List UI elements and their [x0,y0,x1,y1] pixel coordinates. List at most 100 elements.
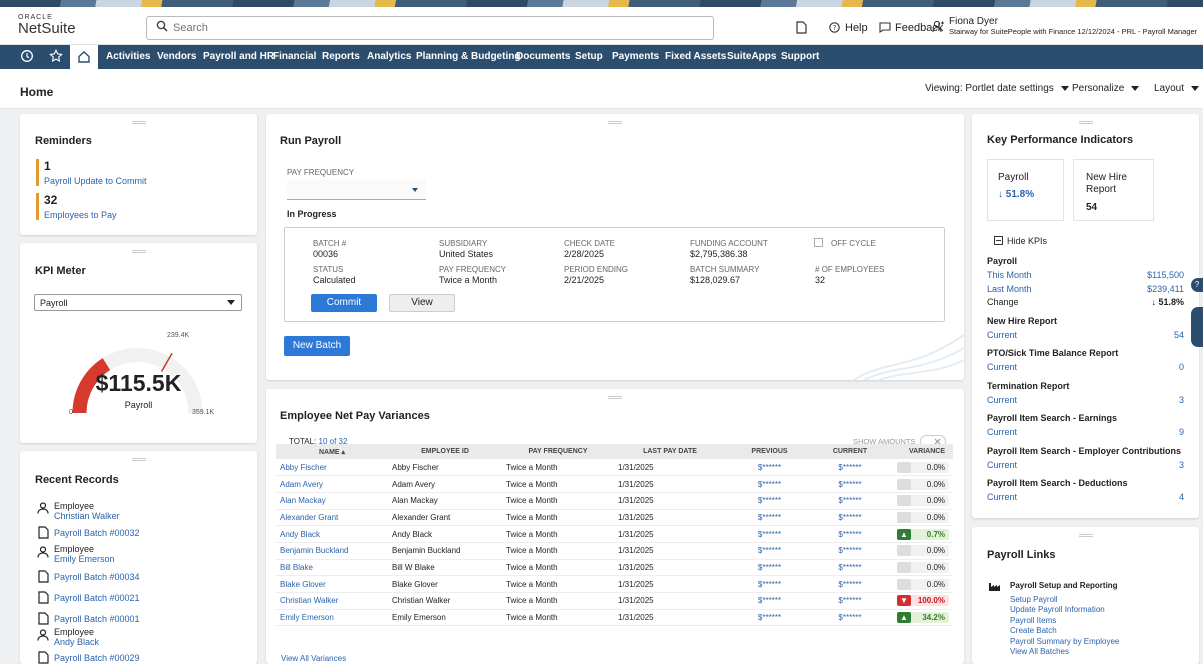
col-variance[interactable]: VARIANCE [887,444,953,459]
side-tools-tab[interactable] [1191,307,1203,347]
kpi-row[interactable]: This Month $115,500 [987,270,1184,280]
kpi-card-payroll[interactable]: Payroll ↓ 51.8% [987,159,1064,221]
employee-name-link[interactable]: Adam Avery [276,475,388,493]
kpi-row[interactable]: Current 3 [987,395,1184,405]
record-link[interactable]: Andy Black [54,637,99,647]
favorites-star-icon[interactable] [49,49,63,63]
table-row[interactable]: Emily Emerson Emily Emerson Twice a Month 1… [276,609,953,627]
new-batch-button[interactable]: New Batch [284,336,350,356]
nav-setup[interactable]: Setup [575,51,603,62]
portlet-date-settings-menu[interactable]: Viewing: Portlet date settings [925,83,1069,94]
kpi-row[interactable]: Current 0 [987,362,1184,372]
kpi-row[interactable]: Current 4 [987,492,1184,502]
col-previous[interactable]: PREVIOUS [726,444,813,459]
employee-name-link[interactable]: Emily Emerson [276,609,388,627]
employee-name-link[interactable]: Abby Fischer [276,459,388,477]
nav-analytics[interactable]: Analytics [367,51,411,62]
reminder-item[interactable]: 32 Employees to Pay [36,193,117,220]
employee-name-link[interactable]: Benjamin Buckland [276,542,388,560]
current-amount-cell[interactable]: $****** [813,575,887,593]
drag-handle-icon[interactable] [1078,534,1093,537]
kpi-row[interactable]: Current 3 [987,460,1184,470]
kpi-card-new-hire[interactable]: New Hire Report 54 [1073,159,1154,221]
personalize-menu[interactable]: Personalize [1072,83,1140,94]
nav-fixed-assets[interactable]: Fixed Assets [665,51,726,62]
payroll-link[interactable]: Payroll Items [1010,616,1056,625]
col-last-pay-date[interactable]: LAST PAY DATE [614,444,726,459]
previous-amount-cell[interactable]: $****** [726,559,813,577]
kpi-row[interactable]: Current 9 [987,427,1184,437]
employee-name-link[interactable]: Alan Mackay [276,492,388,510]
help-link[interactable]: Help [845,22,868,34]
record-link[interactable]: Payroll Batch #00029 [54,653,140,663]
col-current[interactable]: CURRENT [813,444,887,459]
col-employee-id[interactable]: EMPLOYEE ID [388,444,502,459]
nav-support[interactable]: Support [781,51,819,62]
user-menu[interactable]: Fiona Dyer Stairway for SuitePeople with… [949,16,1197,36]
drag-handle-icon[interactable] [131,121,146,124]
table-row[interactable]: Andy Black Andy Black Twice a Month 1/31/20… [276,525,953,543]
employee-name-link[interactable]: Bill Blake [276,559,388,577]
hide-kpis-link[interactable]: Hide KPIs [1007,236,1047,246]
current-amount-cell[interactable]: $****** [813,492,887,510]
previous-amount-cell[interactable]: $****** [726,542,813,560]
drag-handle-icon[interactable] [608,396,622,399]
recent-history-icon[interactable] [20,49,34,63]
previous-amount-cell[interactable]: $****** [726,609,813,627]
kpi-row[interactable]: Last Month $239,411 [987,284,1184,294]
record-link[interactable]: Payroll Batch #00032 [54,528,140,538]
previous-amount-cell[interactable]: $****** [726,475,813,493]
netsuite-logo[interactable]: ORACLE NetSuite [18,14,76,36]
drag-handle-icon[interactable] [131,250,146,253]
view-all-variances-link[interactable]: View All Variances [281,654,346,663]
payroll-link[interactable]: View All Batches [1010,647,1069,656]
nav-payments[interactable]: Payments [612,51,659,62]
nav-reports[interactable]: Reports [322,51,360,62]
reminder-item[interactable]: 1 Payroll Update to Commit [36,159,147,186]
recent-record-item[interactable]: Employee Andy Black [54,627,99,647]
table-row[interactable]: Alexander Grant Alexander Grant Twice a Mo… [276,509,953,527]
previous-amount-cell[interactable]: $****** [726,459,813,477]
reminder-label[interactable]: Payroll Update to Commit [44,176,147,186]
nav-activities[interactable]: Activities [106,51,150,62]
pay-frequency-select[interactable] [287,180,426,200]
table-row[interactable]: Blake Glover Blake Glover Twice a Month 1/3… [276,575,953,593]
current-amount-cell[interactable]: $****** [813,559,887,577]
drag-handle-icon[interactable] [131,458,146,461]
kpi-meter-select[interactable]: Payroll [34,294,242,311]
nav-planning-budgeting[interactable]: Planning & Budgeting [416,51,520,62]
kpi-row[interactable]: Current 54 [987,330,1184,340]
table-row[interactable]: Alan Mackay Alan Mackay Twice a Month 1/31/… [276,492,953,510]
previous-amount-cell[interactable]: $****** [726,592,813,610]
employee-name-link[interactable]: Christian Walker [276,592,388,610]
employee-name-link[interactable]: Blake Glover [276,575,388,593]
previous-amount-cell[interactable]: $****** [726,509,813,527]
current-amount-cell[interactable]: $****** [813,509,887,527]
col-pay-frequency[interactable]: PAY FREQUENCY [502,444,614,459]
table-row[interactable]: Bill Blake Bill W Blake Twice a Month 1/31/… [276,559,953,577]
table-row[interactable]: Christian Walker Christian Walker Twice a … [276,592,953,610]
record-link[interactable]: Emily Emerson [54,554,115,564]
hide-kpis-icon[interactable] [994,236,1003,245]
recent-record-item[interactable]: Employee Christian Walker [54,501,120,521]
table-row[interactable]: Adam Avery Adam Avery Twice a Month 1/31/20… [276,475,953,493]
current-amount-cell[interactable]: $****** [813,542,887,560]
table-row[interactable]: Abby Fischer Abby Fischer Twice a Month 1/3… [276,459,953,477]
nav-suiteapps[interactable]: SuiteApps [727,51,776,62]
table-row[interactable]: Benjamin Buckland Benjamin Buckland Twice … [276,542,953,560]
view-button[interactable]: View [389,294,455,312]
nav-vendors[interactable]: Vendors [157,51,196,62]
record-link[interactable]: Payroll Batch #00001 [54,614,140,624]
payroll-link[interactable]: Update Payroll Information [1010,605,1105,614]
nav-payroll-and-hr[interactable]: Payroll and HR [203,51,274,62]
current-amount-cell[interactable]: $****** [813,459,887,477]
drag-handle-icon[interactable] [608,121,622,124]
record-link[interactable]: Payroll Batch #00034 [54,572,140,582]
previous-amount-cell[interactable]: $****** [726,525,813,543]
layout-menu[interactable]: Layout [1154,83,1200,94]
record-link[interactable]: Christian Walker [54,511,120,521]
col-name[interactable]: NAME ▴ [276,444,388,459]
kpi-row[interactable]: Change ↓ 51.8% [987,297,1184,307]
current-amount-cell[interactable]: $****** [813,475,887,493]
payroll-link[interactable]: Setup Payroll [1010,595,1058,604]
